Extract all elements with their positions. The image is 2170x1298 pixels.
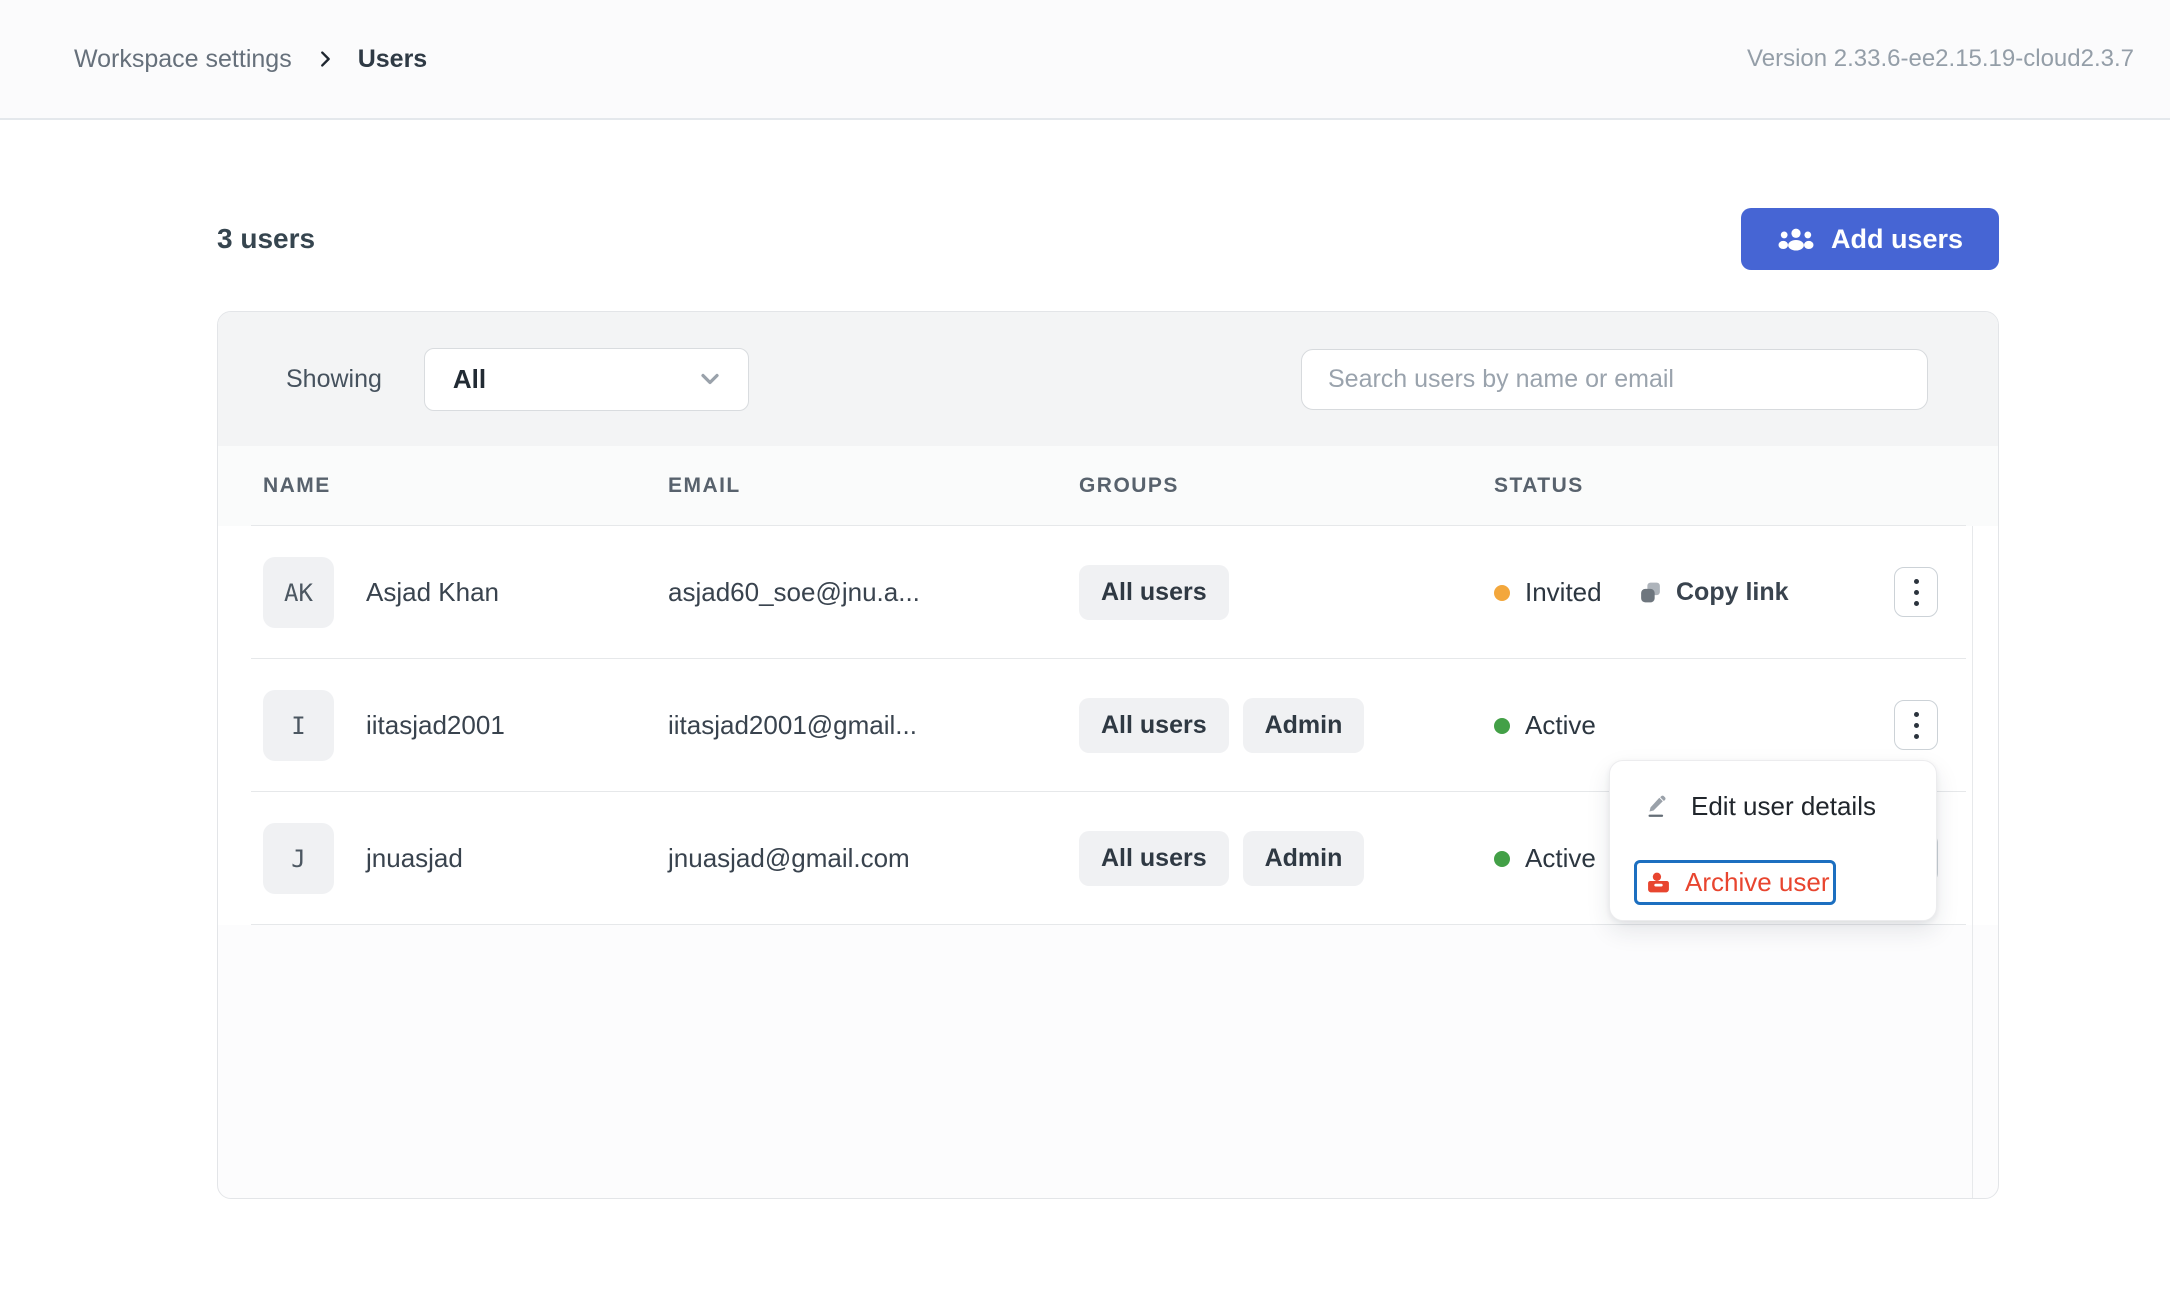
user-name: jnuasjad [366, 843, 463, 874]
column-header-name: NAME [263, 446, 331, 526]
table-header-row: NAME EMAIL GROUPS STATUS [218, 446, 1998, 526]
edit-pencil-icon [1644, 793, 1671, 820]
user-email: iitasjad2001@gmail... [668, 710, 917, 741]
table-row: AK Asjad Khan asjad60_soe@jnu.a... All u… [218, 526, 1998, 659]
user-name: Asjad Khan [366, 577, 499, 608]
page-header: 3 users Add users [217, 208, 1999, 270]
status-label: Invited [1525, 577, 1602, 608]
users-group-icon [1777, 226, 1815, 252]
group-badge: All users [1079, 565, 1229, 620]
copy-link-label: Copy link [1676, 578, 1789, 607]
group-badge: Admin [1243, 698, 1365, 753]
breadcrumb-users: Users [358, 45, 428, 74]
row-actions-kebab-button[interactable] [1894, 567, 1938, 617]
status-dot-invited [1494, 585, 1510, 601]
showing-filter-dropdown[interactable]: All [424, 348, 749, 411]
row-actions-kebab-button[interactable] [1894, 700, 1938, 750]
archive-user-label: Archive user [1685, 867, 1830, 898]
user-email: asjad60_soe@jnu.a... [668, 577, 920, 608]
users-panel: Showing All NAME EMAIL GROUPS STATUS [217, 311, 1999, 1199]
showing-label: Showing [286, 365, 382, 394]
column-header-groups: GROUPS [1079, 446, 1179, 526]
users-count-heading: 3 users [217, 223, 315, 255]
avatar: AK [263, 557, 334, 628]
user-email: jnuasjad@gmail.com [668, 843, 910, 874]
status-label: Active [1525, 710, 1596, 741]
edit-user-details-menu-item[interactable]: Edit user details [1610, 775, 1936, 837]
filter-selected-value: All [453, 364, 696, 395]
users-toolbar: Showing All [218, 312, 1998, 446]
archive-user-menu-item[interactable]: Archive user [1634, 860, 1836, 905]
column-header-email: EMAIL [668, 446, 741, 526]
version-label: Version 2.33.6-ee2.15.19-cloud2.3.7 [1747, 45, 2134, 73]
table-right-divider [1972, 526, 1973, 1198]
user-actions-context-menu: Edit user details Archive user [1609, 760, 1937, 921]
copy-link-button[interactable]: Copy link [1638, 526, 1789, 659]
group-badge: All users [1079, 831, 1229, 886]
top-bar: Workspace settings Users Version 2.33.6-… [0, 0, 2170, 120]
main-content: 3 users Add users Sho [217, 122, 1999, 1199]
column-header-status: STATUS [1494, 446, 1584, 526]
copy-icon [1638, 580, 1663, 605]
status-label: Active [1525, 843, 1596, 874]
add-users-button[interactable]: Add users [1741, 208, 1999, 270]
group-badge: All users [1079, 698, 1229, 753]
search-box [1301, 349, 1928, 410]
add-users-label: Add users [1831, 224, 1963, 255]
breadcrumb-workspace-settings[interactable]: Workspace settings [74, 45, 292, 74]
user-name: iitasjad2001 [366, 710, 505, 741]
chevron-down-icon [696, 365, 724, 393]
archive-user-icon [1646, 870, 1671, 895]
edit-user-details-label: Edit user details [1691, 791, 1876, 822]
status-dot-active [1494, 718, 1510, 734]
breadcrumb: Workspace settings Users [74, 45, 427, 74]
group-badge: Admin [1243, 831, 1365, 886]
search-users-input[interactable] [1302, 350, 1927, 409]
status-dot-active [1494, 851, 1510, 867]
avatar: J [263, 823, 334, 894]
users-settings-page: Workspace settings Users Version 2.33.6-… [0, 0, 2170, 1298]
chevron-right-icon [314, 48, 336, 70]
avatar: I [263, 690, 334, 761]
